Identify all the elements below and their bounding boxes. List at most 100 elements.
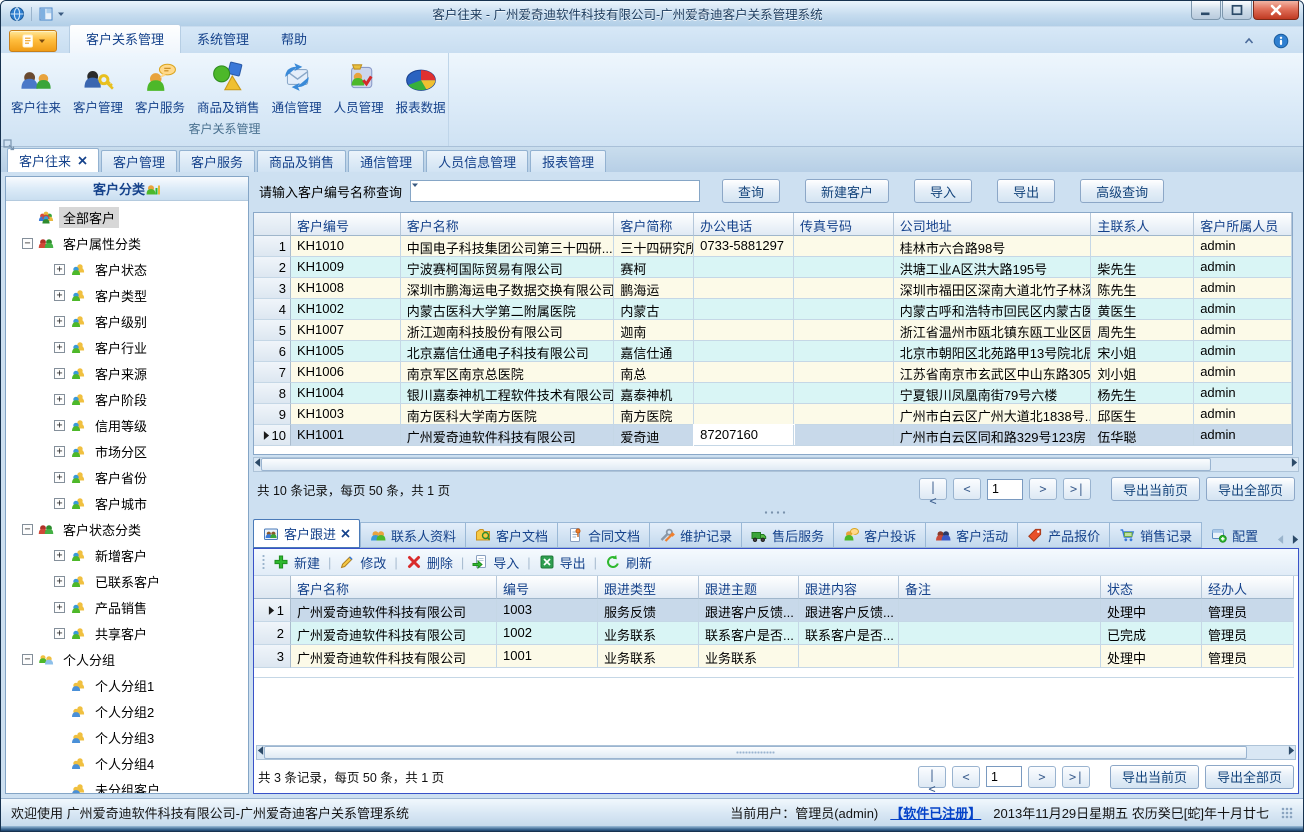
last-page-button[interactable]: >| (1063, 478, 1091, 500)
doc-tab-6[interactable]: 报表管理 (530, 150, 606, 172)
detail-tab-9[interactable]: 销售记录 (1110, 522, 1202, 548)
tree-item[interactable]: +客户来源 (6, 360, 248, 386)
grid-cell[interactable]: 伍华聪 (1091, 425, 1194, 446)
export-all-pages-button[interactable]: 导出全部页 (1205, 765, 1294, 789)
grid-cell[interactable]: 北京嘉信仕通电子科技有限公司 (401, 341, 615, 362)
column-header[interactable]: 经办人 (1202, 576, 1294, 599)
grid-cell[interactable]: 南京军区南京总医院 (401, 362, 615, 383)
grid-cell[interactable]: 87207160 (694, 425, 794, 446)
row-header[interactable]: 2 (254, 622, 291, 645)
tree-item[interactable]: +共享客户 (6, 620, 248, 646)
grid-cell[interactable]: KH1003 (291, 404, 401, 425)
grid-cell[interactable]: 服务反馈 (598, 599, 699, 622)
tree-item[interactable]: +客户类型 (6, 282, 248, 308)
grid-cell[interactable]: KH1008 (291, 278, 401, 299)
grid-cell[interactable]: 嘉泰神机 (614, 383, 694, 404)
follow-up-grid-hscrollbar[interactable] (256, 745, 1296, 760)
expand-icon[interactable]: + (54, 342, 65, 353)
detail-tab-0[interactable]: 客户跟进 (253, 519, 360, 548)
grid-cell[interactable]: 银川嘉泰神机工程软件技术有限公司 (401, 383, 615, 404)
expand-icon[interactable]: + (54, 602, 65, 613)
row-header[interactable]: 3 (254, 645, 291, 668)
grid-cell[interactable]: 管理员 (1202, 645, 1294, 668)
column-header[interactable]: 办公电话 (694, 213, 794, 236)
grid-cell[interactable]: KH1006 (291, 362, 401, 383)
grid-cell[interactable]: admin (1194, 341, 1292, 362)
ribbon-button-goods-sales[interactable]: 商品及销售 (191, 56, 266, 120)
table-row[interactable]: 2广州爱奇迪软件科技有限公司1002业务联系联系客户是否...联系客户是否...… (254, 622, 1294, 645)
grid-cell[interactable]: 广州爱奇迪软件科技有限公司 (291, 622, 497, 645)
search-button-1[interactable]: 新建客户 (805, 179, 889, 203)
row-header[interactable]: 7 (254, 362, 291, 383)
splitter-handle[interactable] (253, 506, 1299, 519)
grid-cell[interactable]: 黄医生 (1091, 299, 1194, 320)
detail-tab-10[interactable]: 配置 (1202, 522, 1267, 548)
grid-cell[interactable]: admin (1194, 383, 1292, 404)
doc-tab-3[interactable]: 商品及销售 (257, 150, 346, 172)
grid-cell[interactable]: 宋小姐 (1091, 341, 1194, 362)
expand-icon[interactable]: + (54, 290, 65, 301)
minimize-button[interactable] (1191, 1, 1221, 20)
expand-icon[interactable]: + (54, 446, 65, 457)
grid-cell[interactable]: 陈先生 (1091, 278, 1194, 299)
grid-cell[interactable]: KH1001 (291, 425, 401, 446)
grid-cell[interactable]: 处理中 (1101, 599, 1202, 622)
expand-icon[interactable]: + (54, 550, 65, 561)
doc-tab-1[interactable]: 客户管理 (101, 150, 177, 172)
grid-cell[interactable]: 广州爱奇迪软件科技有限公司 (401, 425, 615, 446)
caret-down-icon[interactable] (411, 181, 419, 201)
grid-cell[interactable] (794, 425, 894, 446)
grid-cell[interactable]: 刘小姐 (1091, 362, 1194, 383)
grid-cell[interactable] (694, 341, 794, 362)
tree-item[interactable]: −客户属性分类 (6, 230, 248, 256)
grid-cell[interactable]: 江苏省南京市玄武区中山东路305号 (894, 362, 1092, 383)
expand-icon[interactable]: + (54, 498, 65, 509)
table-row[interactable]: 7KH1006南京军区南京总医院南总江苏省南京市玄武区中山东路305号刘小姐ad… (254, 362, 1292, 383)
grid-cell[interactable] (794, 341, 894, 362)
table-row[interactable]: 10KH1001广州爱奇迪软件科技有限公司爱奇迪87207160广州市白云区同和… (254, 425, 1292, 446)
grid-cell[interactable]: 管理员 (1202, 622, 1294, 645)
grid-cell[interactable]: admin (1194, 320, 1292, 341)
export-current-page-button[interactable]: 导出当前页 (1111, 477, 1200, 501)
tree-item[interactable]: +新增客户 (6, 542, 248, 568)
column-header[interactable]: 跟进内容 (799, 576, 899, 599)
grid-cell[interactable]: 南总 (614, 362, 694, 383)
prev-page-button[interactable]: < (953, 478, 981, 500)
arrow-right-icon[interactable] (1291, 458, 1298, 471)
grid-cell[interactable]: 赛柯 (614, 257, 694, 278)
grid-cell[interactable]: 1003 (497, 599, 598, 622)
grid-cell[interactable]: 管理员 (1202, 599, 1294, 622)
row-header[interactable]: 1 (254, 236, 291, 257)
collapse-icon[interactable]: − (22, 524, 33, 535)
grid-cell[interactable]: 南方医院 (614, 404, 694, 425)
grid-cell[interactable]: admin (1194, 236, 1292, 257)
grid-cell[interactable]: 邱医生 (1091, 404, 1194, 425)
grid-cell[interactable] (694, 320, 794, 341)
grid-cell[interactable]: 内蒙古医科大学第二附属医院 (401, 299, 615, 320)
column-header[interactable]: 公司地址 (894, 213, 1092, 236)
ribbon-tab-1[interactable]: 系统管理 (181, 25, 265, 53)
grid-cell[interactable] (899, 645, 1101, 668)
detail-tab-7[interactable]: 客户活动 (926, 522, 1018, 548)
toolbar-import-button[interactable]: 导入 (472, 553, 519, 572)
column-header[interactable]: 主联系人 (1091, 213, 1194, 236)
grid-cell[interactable]: 迦南 (614, 320, 694, 341)
grid-cell[interactable] (799, 645, 899, 668)
arrow-right-icon[interactable] (1288, 746, 1295, 759)
grid-cell[interactable]: KH1007 (291, 320, 401, 341)
grid-cell[interactable]: 桂林市六合路98号 (894, 236, 1092, 257)
ribbon-button-customer-manage[interactable]: 客户管理 (67, 56, 129, 120)
grid-cell[interactable] (899, 622, 1101, 645)
tree-item[interactable]: 个人分组2 (6, 698, 248, 724)
grid-cell[interactable]: admin (1194, 425, 1292, 446)
grid-cell[interactable]: KH1005 (291, 341, 401, 362)
grid-cell[interactable] (794, 278, 894, 299)
grid-cell[interactable] (694, 404, 794, 425)
search-button-4[interactable]: 高级查询 (1080, 179, 1164, 203)
column-header[interactable]: 客户名称 (401, 213, 615, 236)
grid-cell[interactable]: 浙江省温州市瓯北镇东瓯工业区园... (894, 320, 1092, 341)
grid-cell[interactable]: 已完成 (1101, 622, 1202, 645)
grid-cell[interactable]: 中国电子科技集团公司第三十四研... (401, 236, 615, 257)
row-header[interactable]: 9 (254, 404, 291, 425)
grid-cell[interactable] (694, 383, 794, 404)
